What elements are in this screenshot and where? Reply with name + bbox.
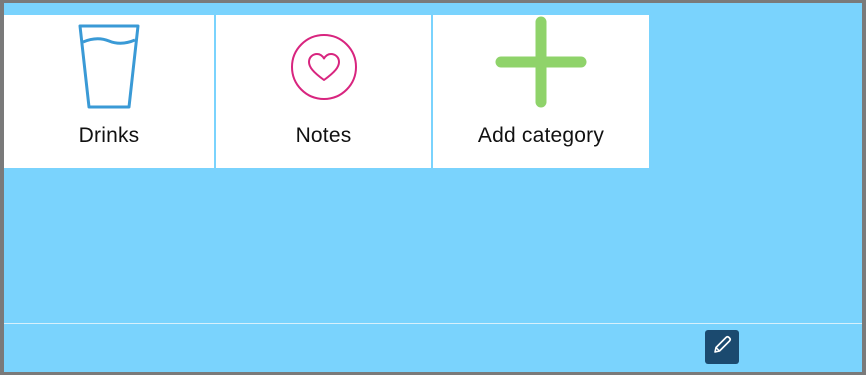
edit-button[interactable] bbox=[705, 330, 739, 364]
plus-icon bbox=[433, 15, 649, 110]
app-screen: Drinks Notes Add category bbox=[4, 3, 862, 372]
drinking-glass-icon bbox=[4, 15, 214, 110]
pencil-icon bbox=[711, 334, 733, 361]
category-label: Notes bbox=[295, 124, 352, 147]
category-label: Drinks bbox=[78, 124, 140, 147]
bottom-toolbar-divider bbox=[4, 323, 862, 324]
category-grid: Drinks Notes Add category bbox=[4, 15, 649, 168]
category-tile-drinks[interactable]: Drinks bbox=[4, 15, 214, 168]
category-tile-notes[interactable]: Notes bbox=[216, 15, 431, 168]
heart-circle-icon bbox=[216, 15, 431, 110]
category-tile-add[interactable]: Add category bbox=[433, 15, 649, 168]
category-label: Add category bbox=[477, 124, 605, 147]
